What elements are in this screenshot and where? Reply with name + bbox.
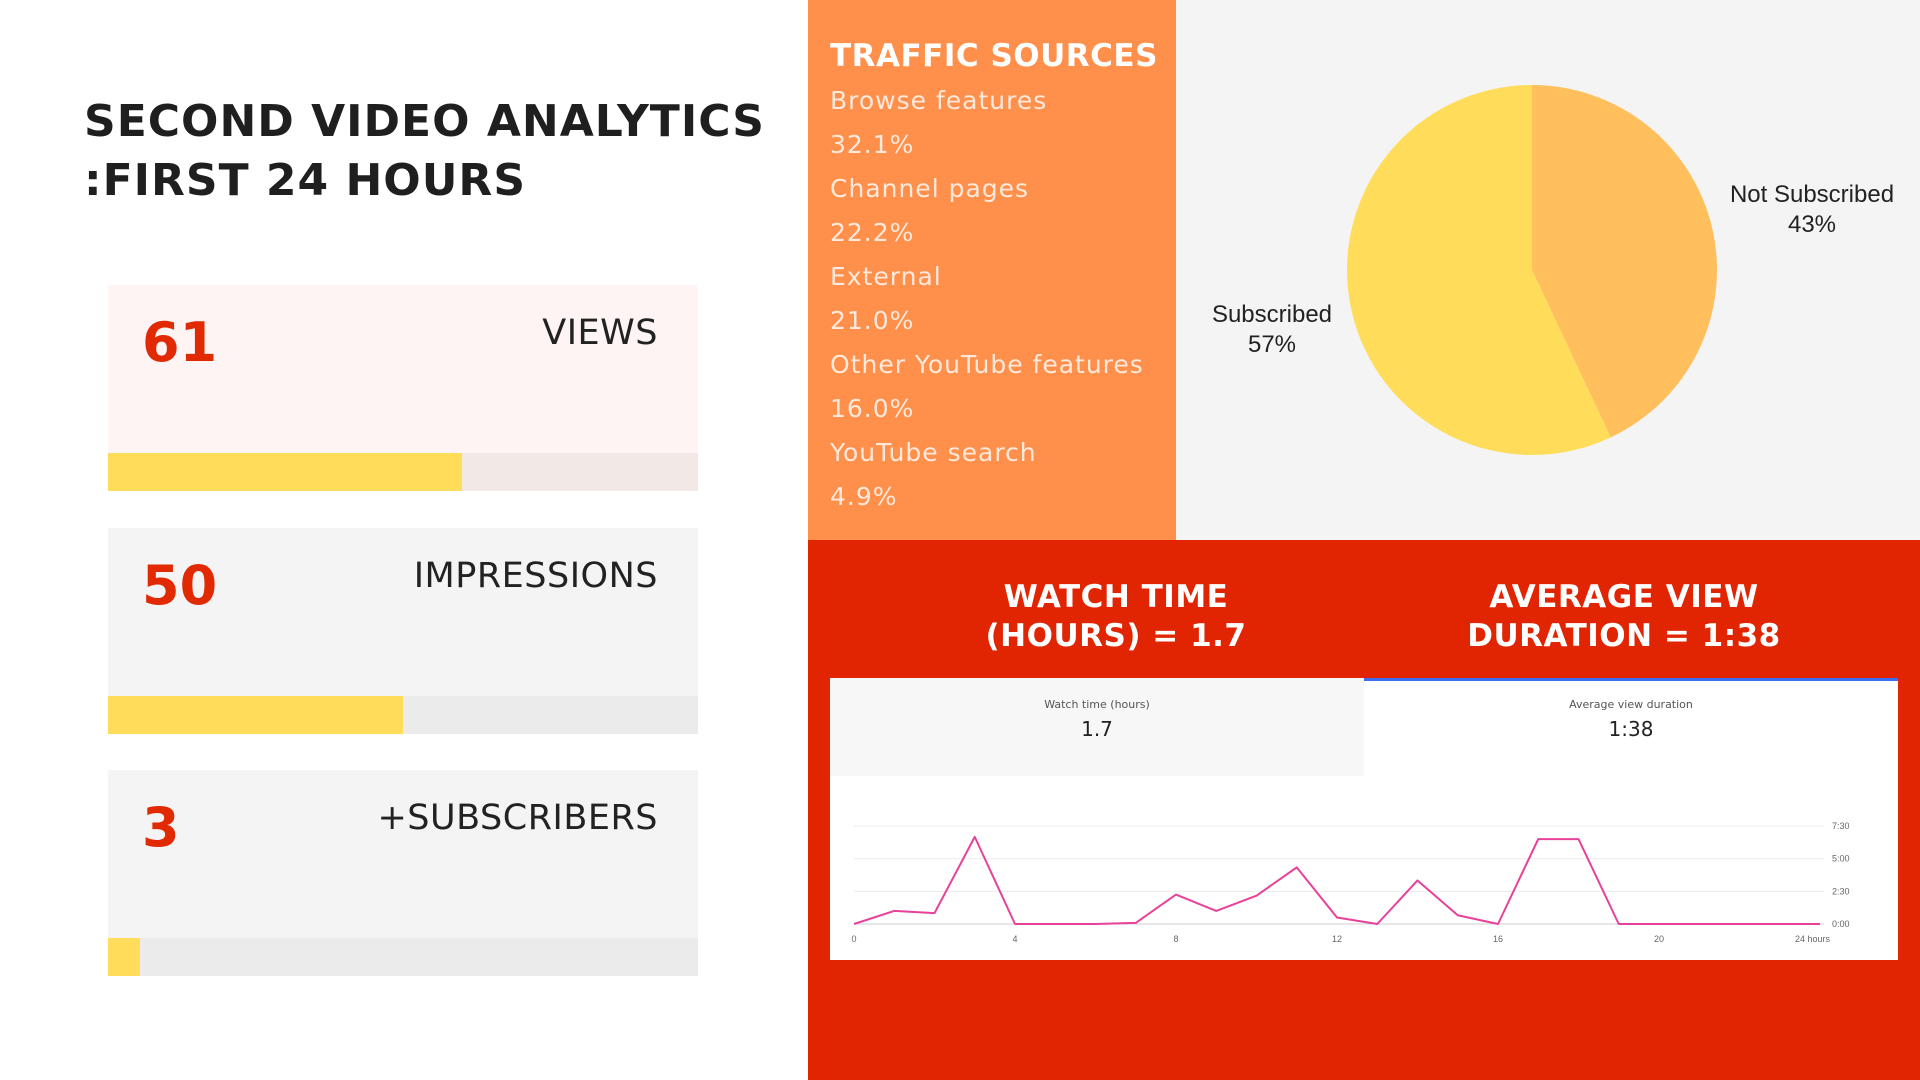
metrics-panel: SECOND VIDEO ANALYTICS :FIRST 24 HOURS 6… xyxy=(0,0,808,1080)
impressions-progress-track xyxy=(108,696,698,734)
views-label: VIEWS xyxy=(542,313,658,353)
tab-watch-time-label: Watch time (hours) xyxy=(1044,698,1150,711)
pie-pct-subscribed: 57% xyxy=(1248,331,1296,358)
x-tick-label: 24 hours xyxy=(1795,934,1831,944)
tab-avg-view-duration[interactable]: Average view duration 1:38 xyxy=(1364,678,1898,776)
page-title-line2: :FIRST 24 HOURS xyxy=(84,155,527,206)
traffic-sources-panel: TRAFFIC SOURCES Browse features 32.1% Ch… xyxy=(808,0,1176,540)
impressions-label: IMPRESSIONS xyxy=(413,556,658,596)
x-tick-label: 4 xyxy=(1012,934,1017,944)
page-title-line1: SECOND VIDEO ANALYTICS xyxy=(84,96,765,147)
y-tick-label: 2:30 xyxy=(1832,886,1850,896)
avg-duration-header-line1: AVERAGE VIEW xyxy=(1489,579,1759,615)
watch-time-panel: WATCH TIME (HOURS) = 1.7 AVERAGE VIEW DU… xyxy=(808,540,1920,1080)
traffic-source-name: YouTube search xyxy=(830,438,1037,467)
impressions-progress-fill xyxy=(108,696,403,734)
impressions-value: 50 xyxy=(142,554,218,617)
x-tick-label: 0 xyxy=(851,934,856,944)
x-tick-label: 16 xyxy=(1493,934,1503,944)
y-tick-label: 5:00 xyxy=(1832,854,1850,864)
subscribers-progress-fill xyxy=(108,938,141,976)
traffic-source-pct: 21.0% xyxy=(830,306,915,335)
traffic-source-name: Browse features xyxy=(830,86,1048,115)
traffic-source-pct: 4.9% xyxy=(830,482,898,511)
traffic-source-name: External xyxy=(830,262,942,291)
impressions-card: 50 IMPRESSIONS xyxy=(108,528,698,734)
page-title: SECOND VIDEO ANALYTICS :FIRST 24 HOURS xyxy=(84,92,784,210)
views-progress-track xyxy=(108,453,698,491)
x-tick-label: 8 xyxy=(1173,934,1178,944)
traffic-source-pct: 22.2% xyxy=(830,218,915,247)
tab-avg-view-duration-label: Average view duration xyxy=(1569,698,1693,711)
x-tick-label: 12 xyxy=(1332,934,1342,944)
subscriber-pie-chart: Subscribed 57% Not Subscribed 43% xyxy=(1212,85,1894,456)
subscribers-value: 3 xyxy=(142,796,180,859)
pie-label-subscribed: Subscribed xyxy=(1212,301,1332,328)
watch-time-header: WATCH TIME (HOURS) = 1.7 xyxy=(906,578,1326,656)
avg-duration-line-chart: 0:00 2:30 5:00 7:30 0 4 8 12 16 20 24 hours xyxy=(851,821,1850,944)
pie-label-not-subscribed: Not Subscribed xyxy=(1730,181,1894,208)
tab-watch-time[interactable]: Watch time (hours) 1.7 xyxy=(830,678,1364,776)
pie-pct-not-subscribed: 43% xyxy=(1788,211,1836,238)
watch-time-header-line1: WATCH TIME xyxy=(1003,579,1229,615)
subscribers-label: +SUBSCRIBERS xyxy=(377,798,658,838)
watch-time-header-line2: (HOURS) = 1.7 xyxy=(985,618,1247,654)
avg-duration-series-line xyxy=(853,835,1820,925)
traffic-source-name: Other YouTube features xyxy=(830,350,1144,379)
subscribers-card: 3 +SUBSCRIBERS xyxy=(108,770,698,976)
subscribers-progress-track xyxy=(108,938,698,976)
views-card: 61 VIEWS xyxy=(108,285,698,491)
x-tick-label: 20 xyxy=(1654,934,1664,944)
traffic-source-name: Channel pages xyxy=(830,174,1030,203)
y-tick-label: 7:30 xyxy=(1832,821,1850,831)
y-tick-label: 0:00 xyxy=(1832,919,1850,929)
tab-watch-time-value: 1.7 xyxy=(1081,717,1113,741)
traffic-source-pct: 16.0% xyxy=(830,394,915,423)
views-value: 61 xyxy=(142,311,218,374)
traffic-sources-title: TRAFFIC SOURCES xyxy=(830,38,1158,74)
avg-duration-header-line2: DURATION = 1:38 xyxy=(1467,618,1781,654)
avg-duration-header: AVERAGE VIEW DURATION = 1:38 xyxy=(1414,578,1834,656)
traffic-source-pct: 32.1% xyxy=(830,130,915,159)
views-progress-fill xyxy=(108,453,462,491)
subscriber-pie-panel: Subscribed 57% Not Subscribed 43% xyxy=(1176,0,1920,540)
analytics-chart-card: Watch time (hours) 1.7 Average view dura… xyxy=(830,678,1898,960)
tab-avg-view-duration-value: 1:38 xyxy=(1608,717,1654,741)
